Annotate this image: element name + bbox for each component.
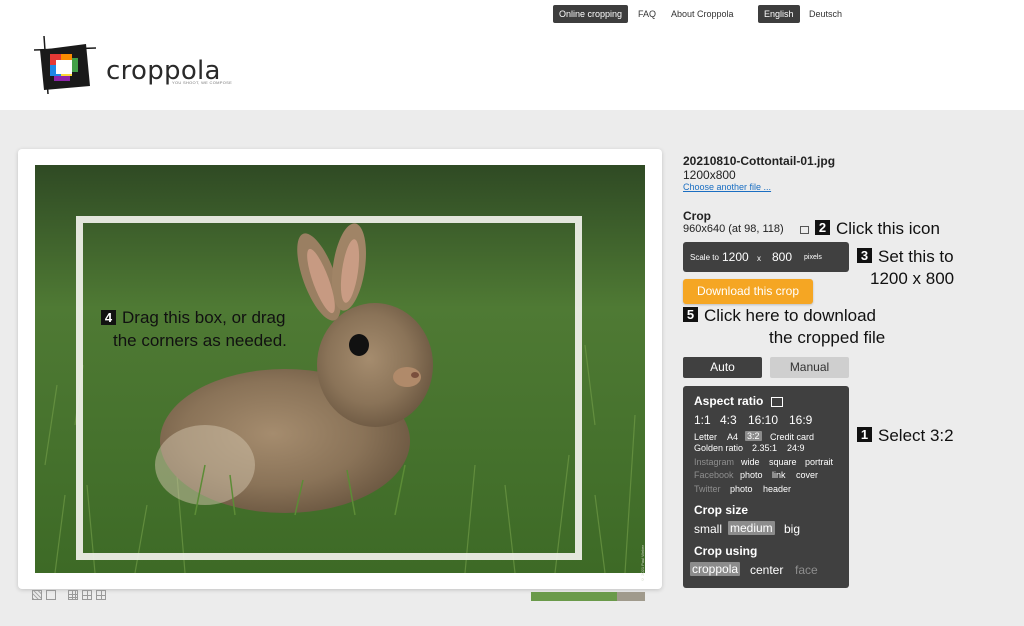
top-navigation: Online cropping FAQ About Croppola Engli… bbox=[0, 5, 1024, 23]
scale-unit: pixels bbox=[804, 254, 822, 261]
using-center[interactable]: center bbox=[750, 563, 783, 577]
ratio-16-9[interactable]: 16:9 bbox=[789, 413, 812, 427]
croppola-logo[interactable] bbox=[34, 36, 96, 94]
crop-info: 960x640 (at 98, 118) bbox=[683, 223, 784, 235]
instagram-label: Instagram bbox=[694, 457, 735, 467]
grid-quad-icon[interactable] bbox=[96, 590, 106, 600]
nav-online-cropping[interactable]: Online cropping bbox=[553, 5, 629, 23]
facebook-label: Facebook bbox=[694, 470, 734, 480]
instagram-wide[interactable]: wide bbox=[741, 457, 760, 467]
crop-using-heading: Crop using bbox=[694, 544, 758, 558]
annotation-step-1-text: Select 3:2 bbox=[878, 426, 954, 445]
hatched-view-icon[interactable] bbox=[32, 590, 42, 600]
crop-heading: Crop bbox=[683, 209, 711, 223]
choose-another-file-link[interactable]: Choose another file ... bbox=[683, 182, 771, 192]
drag-instruction-line2: the corners as needed. bbox=[113, 331, 287, 350]
nav-about[interactable]: About Croppola bbox=[665, 5, 740, 23]
step-1-badge: 1 bbox=[857, 427, 872, 442]
lang-deutsch[interactable]: Deutsch bbox=[803, 5, 848, 23]
file-dimensions: 1200x800 bbox=[683, 168, 736, 182]
instagram-square[interactable]: square bbox=[769, 457, 797, 467]
annotation-step-5-line2: the cropped file bbox=[769, 328, 886, 347]
ratio-letter[interactable]: Letter bbox=[694, 432, 717, 442]
instagram-portrait[interactable]: portrait bbox=[805, 457, 833, 467]
size-small[interactable]: small bbox=[694, 522, 722, 536]
step-5-badge: 5 bbox=[683, 307, 698, 322]
annotation-step-2-text: Click this icon bbox=[836, 219, 940, 238]
twitter-label: Twitter bbox=[694, 484, 721, 494]
facebook-photo[interactable]: photo bbox=[740, 470, 763, 480]
ratio-4-3[interactable]: 4:3 bbox=[720, 413, 737, 427]
ratio-3-2[interactable]: 3:2 bbox=[745, 431, 762, 441]
scale-label: Scale to bbox=[690, 253, 719, 262]
scale-times: x bbox=[757, 254, 761, 263]
annotation-step-1: 1 Select 3:2 bbox=[857, 426, 954, 446]
progress-fill bbox=[531, 592, 617, 601]
annotation-step-3: 3 Set this to bbox=[857, 247, 954, 267]
scale-height-input[interactable]: 800 bbox=[772, 250, 792, 264]
annotation-step-3-line1: Set this to bbox=[878, 247, 954, 266]
facebook-link[interactable]: link bbox=[772, 470, 786, 480]
crop-settings-icon[interactable] bbox=[800, 226, 809, 234]
download-crop-button[interactable]: Download this crop bbox=[683, 279, 813, 304]
crop-options-panel: Aspect ratio 1:1 4:3 16:10 16:9 Letter A… bbox=[683, 386, 849, 588]
ratio-2-35-1[interactable]: 2.35:1 bbox=[752, 443, 777, 453]
manual-mode-button[interactable]: Manual bbox=[770, 357, 849, 378]
drag-instruction-text: Drag this box, or drag bbox=[122, 308, 286, 327]
annotation-step-3-line2: 1200 x 800 bbox=[870, 269, 955, 288]
step-4-badge: 4 bbox=[101, 310, 116, 325]
portrait-orientation-icon[interactable] bbox=[771, 397, 783, 407]
scale-panel: Scale to 1200 x 800 pixels bbox=[683, 242, 849, 272]
site-header: Online cropping FAQ About Croppola Engli… bbox=[0, 0, 1024, 110]
using-face[interactable]: face bbox=[795, 563, 818, 577]
file-name: 20210810-Cottontail-01.jpg bbox=[683, 154, 836, 168]
grid-thirds-icon[interactable] bbox=[68, 590, 78, 600]
ratio-a4[interactable]: A4 bbox=[727, 432, 738, 442]
annotation-step-5-line1: Click here to download bbox=[704, 306, 876, 325]
facebook-cover[interactable]: cover bbox=[796, 470, 818, 480]
photo-watermark: © 2021 Paul Weber bbox=[640, 545, 645, 582]
brand-tagline: YOU SHOOT, WE COMPOSE bbox=[172, 80, 233, 85]
twitter-photo[interactable]: photo bbox=[730, 484, 753, 494]
nav-faq[interactable]: FAQ bbox=[632, 5, 662, 23]
ratio-golden[interactable]: Golden ratio bbox=[694, 443, 743, 453]
processing-progress-bar bbox=[531, 592, 645, 601]
size-medium[interactable]: medium bbox=[728, 521, 775, 535]
drag-instruction-line1: 4 Drag this box, or drag bbox=[101, 308, 285, 328]
ratio-24-9[interactable]: 24:9 bbox=[787, 443, 805, 453]
crop-selection-box[interactable] bbox=[76, 216, 582, 560]
aspect-ratio-heading: Aspect ratio bbox=[694, 394, 764, 408]
annotation-step-5: 5 Click here to download bbox=[683, 306, 876, 326]
twitter-header[interactable]: header bbox=[763, 484, 791, 494]
lang-english[interactable]: English bbox=[758, 5, 800, 23]
scale-width-input[interactable]: 1200 bbox=[722, 250, 749, 264]
step-2-badge: 2 bbox=[815, 220, 830, 235]
grid-half-icon[interactable] bbox=[82, 590, 92, 600]
step-3-badge: 3 bbox=[857, 248, 872, 263]
crop-size-heading: Crop size bbox=[694, 503, 749, 517]
using-croppola[interactable]: croppola bbox=[690, 562, 741, 576]
auto-mode-button[interactable]: Auto bbox=[683, 357, 762, 378]
ratio-1-1[interactable]: 1:1 bbox=[694, 413, 711, 427]
ratio-16-10[interactable]: 16:10 bbox=[748, 413, 778, 427]
size-big[interactable]: big bbox=[784, 522, 800, 536]
plain-view-icon[interactable] bbox=[46, 590, 56, 600]
annotation-step-2: 2 Click this icon bbox=[815, 219, 940, 239]
ratio-credit-card[interactable]: Credit card bbox=[770, 432, 814, 442]
